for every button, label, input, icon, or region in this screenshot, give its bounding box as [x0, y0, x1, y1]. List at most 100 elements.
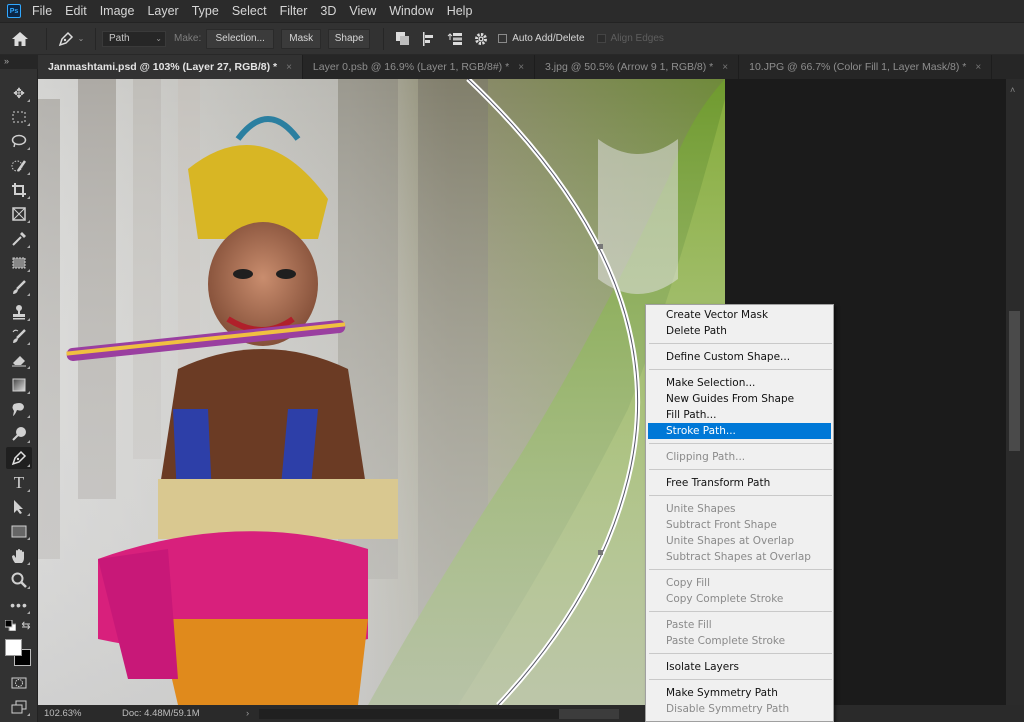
- quick-selection-tool[interactable]: [6, 155, 32, 177]
- path-alignment-icon[interactable]: [416, 31, 442, 46]
- screen-mode-icon: [11, 700, 27, 714]
- menu-item-free-transform-path[interactable]: Free Transform Path: [648, 475, 831, 491]
- lasso-tool[interactable]: [6, 130, 32, 152]
- make-shape-button[interactable]: Shape: [328, 28, 371, 49]
- eyedropper-tool[interactable]: [6, 228, 32, 250]
- tool-preset-picker[interactable]: ⌄: [53, 31, 89, 47]
- quick-mask-button[interactable]: [6, 672, 32, 694]
- menu-window[interactable]: Window: [389, 4, 433, 18]
- align-edges-checkbox[interactable]: Align Edges: [596, 33, 664, 44]
- menu-item-delete-path[interactable]: Delete Path: [648, 323, 831, 339]
- anchor-point[interactable]: [598, 244, 603, 249]
- path-selection-tool[interactable]: [6, 496, 32, 518]
- menu-select[interactable]: Select: [232, 4, 267, 18]
- history-brush-tool[interactable]: [6, 325, 32, 347]
- anchor-point[interactable]: [598, 550, 603, 555]
- tab-layer0[interactable]: Layer 0.psb @ 16.9% (Layer 1, RGB/8#) * …: [303, 55, 536, 79]
- status-bar: 102.63% Doc: 4.48M/59.1M ›: [38, 705, 1024, 722]
- make-mask-button[interactable]: Mask: [281, 28, 322, 49]
- menu-type[interactable]: Type: [192, 4, 219, 18]
- dodge-tool[interactable]: [6, 423, 32, 445]
- menu-item-clipping-path: Clipping Path...: [666, 451, 746, 463]
- scrollbar-thumb[interactable]: [559, 708, 620, 719]
- eraser-tool[interactable]: [6, 349, 32, 371]
- make-selection-button[interactable]: Selection...: [206, 28, 275, 49]
- close-icon[interactable]: ×: [286, 62, 292, 73]
- gear-icon[interactable]: [468, 32, 494, 46]
- menu-view[interactable]: View: [349, 4, 376, 18]
- zoom-tool[interactable]: [6, 569, 32, 591]
- type-tool[interactable]: T: [6, 472, 32, 494]
- gradient-tool[interactable]: [6, 374, 32, 396]
- blur-tool[interactable]: [6, 398, 32, 420]
- menu-item-make-symmetry-path[interactable]: Make Symmetry Path: [648, 685, 831, 701]
- align-edges-box[interactable]: [596, 34, 606, 43]
- crop-tool[interactable]: [6, 179, 32, 201]
- home-icon[interactable]: [0, 31, 40, 46]
- marquee-icon: [12, 111, 26, 123]
- photoshop-window: Ps File Edit Image Layer Type Select Fil…: [0, 0, 1024, 722]
- document-size: Doc: 4.48M/59.1M: [122, 708, 200, 719]
- panel-collapse-button[interactable]: »: [0, 55, 38, 69]
- brush-tool[interactable]: [6, 276, 32, 298]
- path-arrangement-icon[interactable]: [442, 32, 468, 46]
- screen-mode-button[interactable]: [6, 696, 32, 718]
- foreground-color-swatch[interactable]: [5, 639, 22, 656]
- mode-select[interactable]: Path ⌄: [102, 30, 166, 47]
- menu-item-new-guides-from-shape[interactable]: New Guides From Shape: [648, 391, 831, 407]
- vertical-scrollbar[interactable]: ˄: [1006, 79, 1024, 705]
- scrollbar-thumb[interactable]: [1009, 311, 1020, 451]
- document-canvas[interactable]: [38, 79, 1006, 705]
- status-menu-arrow[interactable]: ›: [246, 708, 249, 719]
- healing-brush-tool[interactable]: [6, 252, 32, 274]
- divider: [95, 27, 96, 50]
- path-context-menu: Create Vector Mask Delete Path Define Cust…: [645, 304, 834, 722]
- align-edges-label: Align Edges: [610, 33, 664, 44]
- close-icon[interactable]: ×: [975, 62, 981, 73]
- default-colors-icon: [4, 619, 16, 631]
- edit-toolbar-button[interactable]: •••: [6, 594, 32, 616]
- tab-janmashtami[interactable]: Janmashtami.psd @ 103% (Layer 27, RGB/8)…: [38, 55, 303, 79]
- menu-help[interactable]: Help: [447, 4, 473, 18]
- menu-item-fill-path[interactable]: Fill Path...: [648, 407, 831, 423]
- path-operations-icon[interactable]: [390, 31, 416, 46]
- clone-stamp-tool[interactable]: [6, 301, 32, 323]
- tab-10jpg[interactable]: 10.JPG @ 66.7% (Color Fill 1, Layer Mask…: [739, 55, 993, 79]
- scroll-up-icon[interactable]: ˄: [1010, 85, 1015, 95]
- menu-item-make-selection[interactable]: Make Selection...: [648, 375, 831, 391]
- swap-colors-button[interactable]: ⇆: [18, 618, 34, 632]
- dodge-icon: [12, 427, 26, 441]
- hand-tool[interactable]: [6, 545, 32, 567]
- rectangle-tool[interactable]: [6, 520, 32, 542]
- menu-item-define-custom-shape[interactable]: Define Custom Shape...: [648, 349, 831, 365]
- menu-file[interactable]: File: [32, 4, 52, 18]
- close-icon[interactable]: ×: [518, 62, 524, 73]
- crop-icon: [12, 183, 26, 197]
- default-colors-button[interactable]: [2, 618, 18, 632]
- move-tool[interactable]: ✥: [6, 82, 32, 104]
- marquee-tool[interactable]: [6, 106, 32, 128]
- menu-3d[interactable]: 3D: [320, 4, 336, 18]
- menu-layer[interactable]: Layer: [147, 4, 178, 18]
- quick-selection-icon: [11, 160, 27, 172]
- canvas-image[interactable]: [38, 79, 725, 705]
- tab-3jpg[interactable]: 3.jpg @ 50.5% (Arrow 9 1, RGB/8) * ×: [535, 55, 740, 79]
- menu-separator: [649, 653, 832, 654]
- menu-item-stroke-path[interactable]: Stroke Path...: [648, 423, 831, 439]
- vector-path-overlay[interactable]: [38, 79, 725, 705]
- pen-tool[interactable]: [6, 447, 32, 469]
- menu-filter[interactable]: Filter: [280, 4, 308, 18]
- menu-image[interactable]: Image: [100, 4, 135, 18]
- zoom-level[interactable]: 102.63%: [44, 708, 122, 719]
- auto-add-delete-checkbox[interactable]: Auto Add/Delete: [498, 33, 585, 44]
- menu-item-isolate-layers[interactable]: Isolate Layers: [648, 659, 831, 675]
- frame-tool[interactable]: [6, 203, 32, 225]
- auto-add-delete-box[interactable]: [498, 34, 508, 43]
- tab-label: Janmashtami.psd @ 103% (Layer 27, RGB/8)…: [48, 61, 278, 73]
- close-icon[interactable]: ×: [722, 62, 728, 73]
- menu-item-create-vector-mask[interactable]: Create Vector Mask: [648, 307, 831, 323]
- eyedropper-icon: [12, 232, 26, 246]
- menu-separator: [649, 495, 832, 496]
- menu-edit[interactable]: Edit: [65, 4, 87, 18]
- horizontal-scrollbar[interactable]: [259, 708, 620, 719]
